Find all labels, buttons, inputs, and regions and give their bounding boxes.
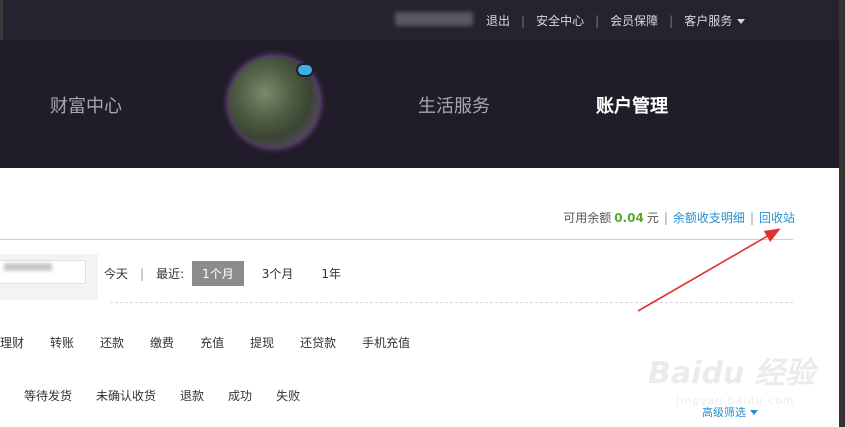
divider: | bbox=[521, 13, 526, 28]
date-range-filter: 今天 | 最近: 1个月 3个月 1年 bbox=[104, 261, 359, 286]
chevron-down-icon bbox=[737, 19, 746, 24]
balance-bar: 可用余额 0.04 元 | 余额收支明细 | 回收站 bbox=[563, 209, 795, 226]
verified-badge-icon bbox=[296, 63, 314, 77]
divider: | bbox=[595, 13, 600, 28]
dashed-divider bbox=[110, 302, 793, 303]
date-picker bbox=[0, 254, 98, 300]
type-mobile-recharge[interactable]: 手机充值 bbox=[362, 334, 410, 351]
status-refund[interactable]: 退款 bbox=[180, 387, 204, 404]
watermark-main: Baidu 经验 bbox=[648, 356, 815, 391]
status-failed[interactable]: 失败 bbox=[276, 387, 300, 404]
transaction-type-filter: 理财 转账 还款 缴费 充值 提现 还贷款 手机充值 bbox=[0, 334, 436, 351]
window-edge-right bbox=[839, 0, 845, 427]
type-top-up[interactable]: 充值 bbox=[200, 334, 224, 351]
customer-service-menu[interactable]: 客户服务 bbox=[684, 12, 746, 29]
type-repayment[interactable]: 还款 bbox=[100, 334, 124, 351]
status-unconfirmed-receipt[interactable]: 未确认收货 bbox=[96, 387, 156, 404]
main-content: 可用余额 0.04 元 | 余额收支明细 | 回收站 今天 | 最近: 1个月 … bbox=[0, 168, 845, 427]
logout-link[interactable]: 退出 bbox=[486, 12, 510, 29]
divider: | bbox=[663, 210, 668, 225]
type-bill-payment[interactable]: 缴费 bbox=[150, 334, 174, 351]
type-loan-repayment[interactable]: 还贷款 bbox=[300, 334, 336, 351]
balance-label: 可用余额 bbox=[563, 211, 612, 225]
nav-account-management[interactable]: 账户管理 bbox=[596, 92, 668, 118]
status-filter: 等待发货 未确认收货 退款 成功 失败 bbox=[24, 387, 324, 404]
chevron-down-icon bbox=[750, 409, 758, 415]
range-1-year[interactable]: 1年 bbox=[311, 261, 351, 286]
range-recent-label: 最近: bbox=[156, 267, 185, 281]
nav-life-services[interactable]: 生活服务 bbox=[418, 92, 490, 118]
member-protection-link[interactable]: 会员保障 bbox=[610, 12, 658, 29]
divider-line bbox=[0, 239, 793, 240]
date-value-blurred bbox=[4, 263, 52, 271]
username-blurred[interactable] bbox=[395, 12, 473, 26]
type-transfer[interactable]: 转账 bbox=[50, 334, 74, 351]
balance-amount: 0.04 bbox=[614, 210, 644, 225]
balance-unit: 元 bbox=[646, 211, 659, 225]
balance-detail-link[interactable]: 余额收支明细 bbox=[673, 209, 745, 226]
range-1-month[interactable]: 1个月 bbox=[192, 261, 244, 286]
watermark-sub: jingyan.baidu.com bbox=[676, 394, 795, 407]
customer-service-label: 客户服务 bbox=[684, 14, 733, 28]
status-awaiting-shipment[interactable]: 等待发货 bbox=[24, 387, 72, 404]
divider: | bbox=[669, 13, 674, 28]
main-nav: 财富中心 生活服务 账户管理 bbox=[0, 40, 845, 168]
range-today[interactable]: 今天 bbox=[104, 265, 128, 282]
type-withdraw[interactable]: 提现 bbox=[250, 334, 274, 351]
recycle-bin-link[interactable]: 回收站 bbox=[759, 209, 795, 226]
top-links: 退出 | 安全中心 | 会员保障 | 客户服务 bbox=[486, 12, 746, 29]
type-wealth[interactable]: 理财 bbox=[0, 334, 24, 351]
nav-wealth-center[interactable]: 财富中心 bbox=[50, 92, 122, 118]
range-3-months[interactable]: 3个月 bbox=[252, 261, 304, 286]
divider: | bbox=[140, 266, 145, 281]
divider: | bbox=[749, 210, 754, 225]
top-bar: 退出 | 安全中心 | 会员保障 | 客户服务 bbox=[0, 0, 845, 170]
security-center-link[interactable]: 安全中心 bbox=[536, 12, 584, 29]
watermark: Baidu 经验 jingyan.baidu.com bbox=[648, 348, 815, 407]
status-success[interactable]: 成功 bbox=[228, 387, 252, 404]
